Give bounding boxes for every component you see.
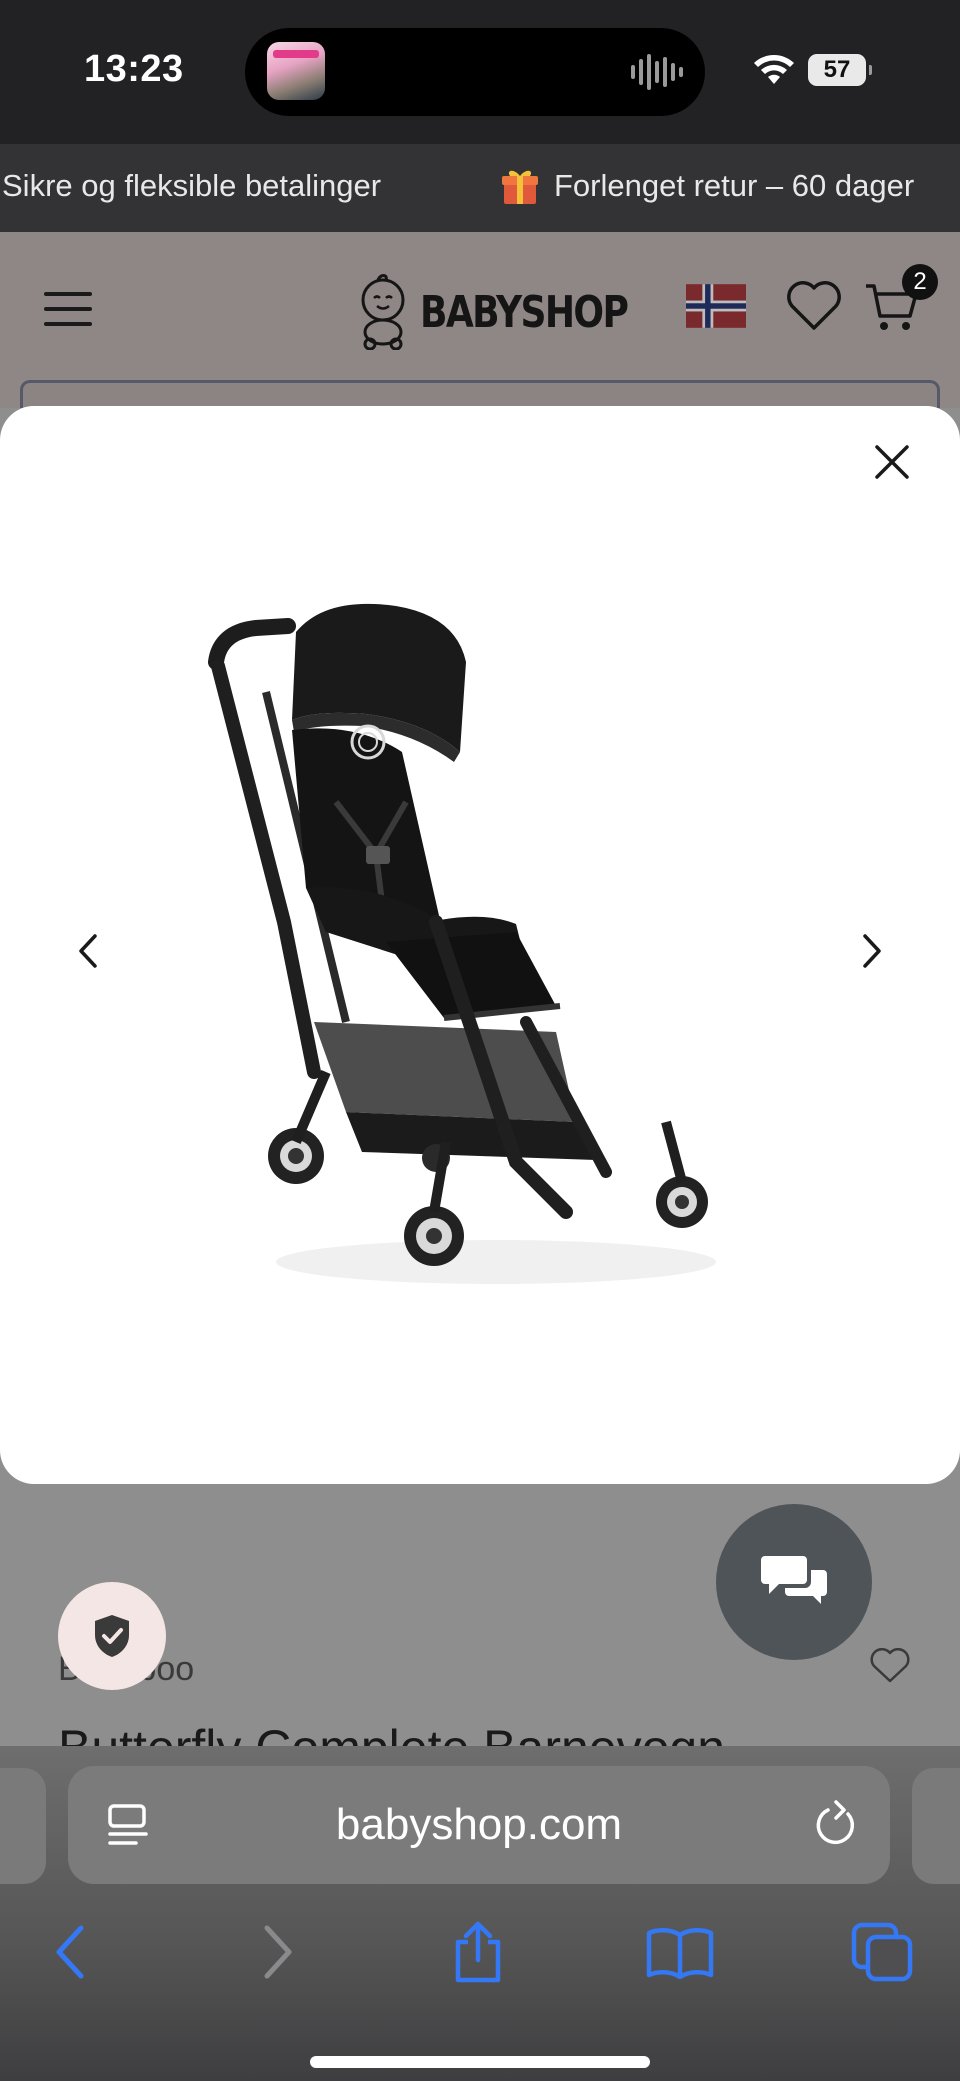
tabs-button[interactable] — [842, 1912, 922, 1992]
gift-icon — [502, 170, 538, 204]
image-gallery-modal — [0, 406, 960, 1484]
close-icon — [875, 445, 909, 479]
now-playing-thumbnail — [267, 42, 325, 100]
cart-count-badge: 2 — [902, 264, 938, 300]
trust-badge[interactable] — [58, 1582, 166, 1690]
promo-returns-text: Forlenget retur – 60 dager — [554, 168, 915, 203]
dynamic-island[interactable] — [245, 28, 705, 116]
forward-chevron-icon — [264, 1925, 292, 1979]
address-bar[interactable]: babyshop.com — [68, 1766, 890, 1884]
chat-bubbles-icon — [761, 1556, 827, 1604]
close-button[interactable] — [864, 434, 920, 490]
next-image-button[interactable] — [842, 916, 902, 986]
shield-check-icon — [95, 1615, 129, 1657]
wifi-icon — [754, 55, 794, 84]
audio-waveform-icon — [631, 54, 683, 90]
chevron-right-icon — [863, 934, 881, 968]
clock: 13:23 — [84, 48, 184, 90]
chevron-left-icon — [79, 934, 97, 968]
norway-flag-icon[interactable] — [686, 284, 746, 328]
wishlist-heart-icon[interactable] — [786, 280, 842, 332]
back-chevron-icon — [56, 1925, 84, 1979]
url-text: babyshop.com — [335, 1800, 623, 1849]
forward-button[interactable] — [238, 1912, 318, 1992]
promo-payments-text: Sikre og fleksible betalinger — [2, 168, 382, 203]
menu-icon[interactable] — [44, 292, 92, 328]
chat-button[interactable] — [716, 1504, 872, 1660]
logo-wordmark: BABYSHOP — [420, 286, 629, 338]
back-button[interactable] — [30, 1912, 110, 1992]
home-indicator — [310, 2056, 650, 2068]
bookmarks-button[interactable] — [640, 1912, 720, 1992]
share-button[interactable] — [438, 1912, 518, 1992]
book-icon — [646, 1928, 714, 1979]
next-tab-peek[interactable] — [912, 1768, 960, 1884]
previous-tab-peek[interactable] — [0, 1768, 46, 1884]
stroller-product-image[interactable] — [196, 602, 756, 1322]
promo-banner: Sikre og fleksible betalinger Forlenget … — [0, 144, 960, 232]
product-title: Butterfly Complete Barnevogn — [58, 1720, 725, 1746]
battery-indicator: 57 — [808, 54, 872, 86]
babyshop-logo[interactable]: BABYSHOP — [356, 272, 673, 352]
status-bar: 13:23 57 — [0, 0, 960, 144]
previous-image-button[interactable] — [58, 916, 118, 986]
baby-face-icon — [361, 274, 405, 350]
share-icon — [455, 1921, 501, 1983]
browser-toolbar: babyshop.com — [0, 1746, 960, 2081]
product-wishlist-heart-icon[interactable] — [870, 1648, 910, 1684]
reload-icon[interactable] — [812, 1798, 858, 1848]
tabs-icon — [851, 1922, 913, 1982]
